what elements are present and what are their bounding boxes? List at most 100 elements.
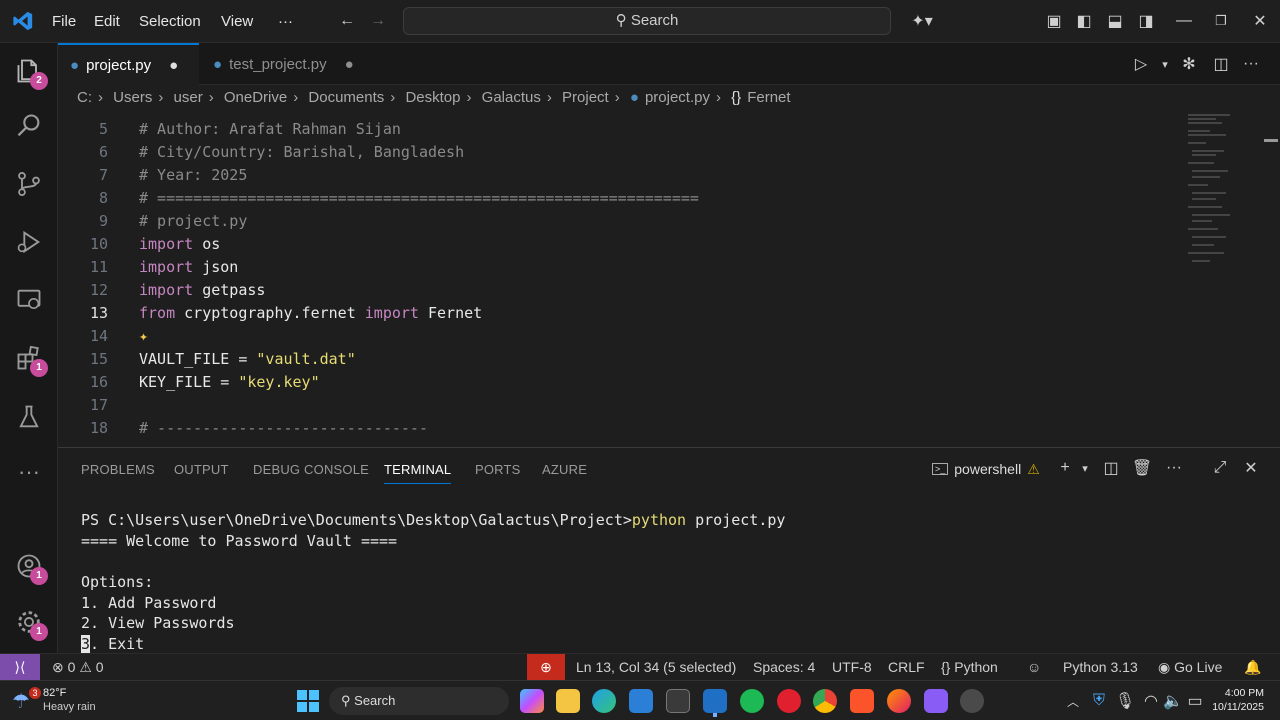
- toggle-sidebar-icon[interactable]: ◧: [1073, 10, 1095, 32]
- language-mode[interactable]: {} Python: [941, 654, 998, 681]
- settings-gear-icon[interactable]: 1: [8, 601, 50, 643]
- remote-explorer-icon[interactable]: [8, 279, 50, 321]
- source-control-icon[interactable]: [8, 163, 50, 205]
- minimap[interactable]: [1186, 111, 1234, 271]
- green-app-icon[interactable]: [740, 689, 764, 713]
- close-window-icon[interactable]: ✕: [1249, 10, 1271, 32]
- indentation[interactable]: Spaces: 4: [753, 654, 815, 681]
- code-line[interactable]: import json: [139, 256, 238, 279]
- tab-azure[interactable]: AZURE: [542, 462, 587, 477]
- code-line[interactable]: # ------------------------------: [139, 417, 428, 440]
- code-line[interactable]: import os: [139, 233, 220, 256]
- clock[interactable]: 4:00 PM 10/11/2025: [1206, 686, 1264, 714]
- go-live-button[interactable]: ◉ Go Live: [1158, 654, 1222, 681]
- battery-icon[interactable]: ▭: [1184, 690, 1206, 712]
- breadcrumb-item[interactable]: C:: [77, 89, 92, 106]
- minimize-icon[interactable]: —: [1173, 10, 1195, 32]
- tab-problems[interactable]: PROBLEMS: [81, 462, 155, 477]
- split-terminal-icon[interactable]: ◫: [1100, 457, 1122, 479]
- breadcrumb-item[interactable]: Project: [562, 89, 609, 106]
- nav-back-icon[interactable]: ←: [336, 10, 358, 32]
- modified-dot-icon[interactable]: ●: [169, 57, 178, 74]
- panel-more-actions-icon[interactable]: ···: [1163, 457, 1185, 479]
- breadcrumb-item[interactable]: Documents: [308, 89, 384, 106]
- code-line[interactable]: # project.py: [139, 210, 247, 233]
- breadcrumb-item[interactable]: project.py: [645, 89, 710, 106]
- scrollbar-thumb[interactable]: [1264, 139, 1278, 142]
- chrome-browser-icon[interactable]: [813, 689, 837, 713]
- code-editor[interactable]: 5 # Author: Arafat Rahman Sijan 6 # City/C…: [58, 111, 1280, 447]
- search-view-icon[interactable]: [8, 105, 50, 147]
- tab-terminal[interactable]: TERMINAL: [384, 462, 452, 484]
- firefox-browser-icon[interactable]: [887, 689, 911, 713]
- microsoft-store-icon[interactable]: [629, 689, 653, 713]
- copilot-app-icon[interactable]: [520, 689, 544, 713]
- vscode-app-icon[interactable]: [703, 689, 727, 713]
- line-ending[interactable]: CRLF: [888, 654, 925, 681]
- purple-app-icon[interactable]: [924, 689, 948, 713]
- menu-edit[interactable]: Edit: [94, 0, 120, 43]
- wifi-icon[interactable]: ◠: [1140, 690, 1162, 712]
- breadcrumb-item[interactable]: user: [174, 89, 203, 106]
- debug-bug-icon[interactable]: ✻: [1178, 53, 1200, 75]
- more-views-icon[interactable]: ···: [8, 451, 50, 493]
- terminal-app-icon[interactable]: [666, 689, 690, 713]
- accounts-icon[interactable]: 1: [8, 545, 50, 587]
- encoding[interactable]: UTF-8: [832, 654, 872, 681]
- terminal-dropdown-icon[interactable]: ▾: [1074, 457, 1096, 479]
- code-line[interactable]: # Year: 2025: [139, 164, 247, 187]
- python-interpreter[interactable]: Python 3.13: [1063, 654, 1138, 681]
- run-debug-icon[interactable]: [8, 221, 50, 263]
- explorer-icon[interactable]: 2: [8, 50, 50, 92]
- code-line[interactable]: import getpass: [139, 279, 265, 302]
- breadcrumb-item[interactable]: Fernet: [747, 89, 790, 106]
- volume-icon[interactable]: 🔈: [1162, 690, 1184, 712]
- remote-indicator-icon[interactable]: ⟩⟨: [0, 654, 40, 681]
- code-line[interactable]: from cryptography.fernet import Fernet: [139, 302, 482, 325]
- run-python-file-icon[interactable]: ▷: [1130, 53, 1152, 75]
- menu-more[interactable]: ···: [278, 0, 293, 43]
- brave-browser-icon[interactable]: [850, 689, 874, 713]
- problems-status[interactable]: ⊗ 0 ⚠ 0: [52, 654, 104, 681]
- toggle-secondary-sidebar-icon[interactable]: ◨: [1135, 10, 1157, 32]
- code-line[interactable]: # City/Country: Barishal, Bangladesh: [139, 141, 464, 164]
- zoom-search-icon[interactable]: ⊕: [527, 654, 565, 681]
- breadcrumb-item[interactable]: Desktop: [405, 89, 460, 106]
- split-editor-icon[interactable]: ◫: [1210, 53, 1232, 75]
- copilot-sparkle-icon[interactable]: ✦: [139, 325, 148, 348]
- weather-widget[interactable]: ☂ 3 82°F Heavy rain: [12, 687, 102, 717]
- new-terminal-plus-icon[interactable]: +: [1054, 457, 1076, 479]
- maximize-panel-icon[interactable]: ⤢: [1209, 457, 1231, 479]
- file-explorer-icon[interactable]: [556, 689, 580, 713]
- menu-file[interactable]: File: [52, 0, 76, 43]
- nav-forward-icon[interactable]: →: [367, 10, 389, 32]
- breadcrumb-item[interactable]: Galactus: [482, 89, 541, 106]
- customize-layout-icon[interactable]: ▣: [1043, 10, 1065, 32]
- terminal-prompt-line[interactable]: PS C:\Users\user\OneDrive\Documents\Desk…: [81, 510, 785, 531]
- tab-debug-console[interactable]: DEBUG CONSOLE: [253, 462, 369, 477]
- code-line[interactable]: VAULT_FILE = "vault.dat": [139, 348, 356, 371]
- menu-view[interactable]: View: [221, 0, 253, 43]
- edge-browser-icon[interactable]: [592, 689, 616, 713]
- code-line[interactable]: KEY_FILE = "key.key": [139, 371, 320, 394]
- copilot-status-icon[interactable]: ☺: [1027, 654, 1041, 681]
- code-line[interactable]: # ======================================…: [139, 187, 699, 210]
- modified-dot-icon[interactable]: ●: [345, 56, 354, 73]
- taskbar-search-box[interactable]: ⚲ Search: [329, 687, 509, 715]
- run-dropdown-icon[interactable]: ▾: [1154, 53, 1176, 75]
- tab-output[interactable]: OUTPUT: [174, 462, 229, 477]
- windows-start-icon[interactable]: [297, 690, 319, 712]
- breadcrumb-item[interactable]: Users: [113, 89, 152, 106]
- security-shield-icon[interactable]: ⛨: [1088, 690, 1110, 712]
- toggle-panel-icon[interactable]: ⬓: [1104, 10, 1126, 32]
- menu-selection[interactable]: Selection: [139, 0, 201, 43]
- notifications-bell-icon[interactable]: 🔔: [1244, 654, 1261, 681]
- command-center-search[interactable]: ⚲ Search: [403, 7, 891, 35]
- tab-test-project-py[interactable]: ● test_project.py ●: [201, 43, 371, 85]
- tab-project-py[interactable]: ● project.py ●: [58, 43, 199, 85]
- cursor-position[interactable]: Ln 13, Col 34 (5 selected): [576, 654, 736, 681]
- close-panel-icon[interactable]: ✕: [1240, 457, 1262, 479]
- settings-app-icon[interactable]: [960, 689, 984, 713]
- tab-ports[interactable]: PORTS: [475, 462, 521, 477]
- editor-more-actions-icon[interactable]: ···: [1240, 53, 1262, 75]
